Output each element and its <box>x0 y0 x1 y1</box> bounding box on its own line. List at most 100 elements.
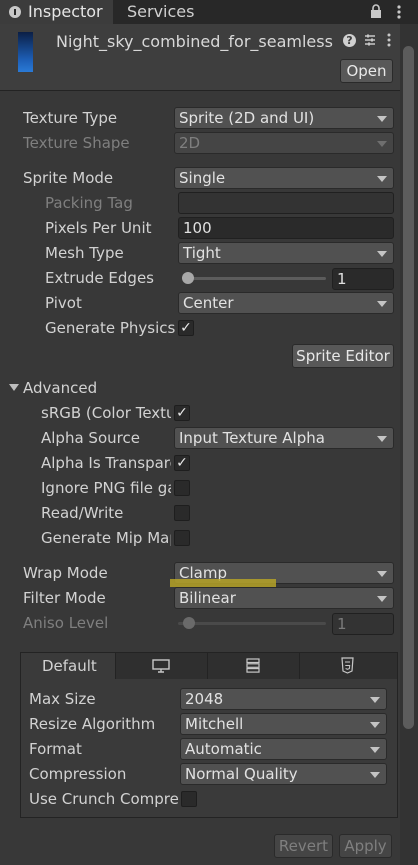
checkmark-icon: ✓ <box>180 320 192 336</box>
aniso-level-slider <box>178 622 326 625</box>
compression-dropdown[interactable]: Normal Quality <box>180 763 387 785</box>
context-menu-icon[interactable] <box>386 32 392 52</box>
aniso-level-label: Aniso Level <box>23 614 109 632</box>
compression-value: Normal Quality <box>185 765 298 783</box>
max-size-dropdown[interactable]: 2048 <box>180 688 387 710</box>
ignore-png-gamma-checkbox[interactable] <box>174 480 190 496</box>
alpha-transparency-label: Alpha Is Transpare <box>41 454 171 472</box>
read-write-checkbox[interactable] <box>174 505 190 521</box>
info-icon <box>9 6 21 18</box>
scrollbar-thumb[interactable] <box>403 46 414 729</box>
extrude-edges-label: Extrude Edges <box>45 269 154 287</box>
chevron-down-icon <box>377 436 387 442</box>
texture-type-dropdown[interactable]: Sprite (2D and UI) <box>174 107 394 129</box>
texture-type-value: Sprite (2D and UI) <box>179 109 315 127</box>
help-icon[interactable]: ? <box>343 34 356 47</box>
asset-name: Night_sky_combined_for_seamless <box>56 32 333 51</box>
pivot-label: Pivot <box>45 294 82 312</box>
pixels-per-unit-field[interactable]: 100 <box>178 217 394 239</box>
checkmark-icon: ✓ <box>176 405 188 421</box>
tab-standalone[interactable] <box>116 653 208 679</box>
filter-mode-label: Filter Mode <box>23 589 106 607</box>
wrap-mode-highlight-mark <box>170 579 276 587</box>
extrude-edges-field[interactable]: 1 <box>332 268 394 290</box>
chevron-down-icon <box>377 301 387 307</box>
filter-mode-dropdown[interactable]: Bilinear <box>174 587 394 609</box>
srgb-label: sRGB (Color Textu <box>41 404 171 422</box>
aniso-level-field: 1 <box>332 613 394 635</box>
texture-shape-dropdown: 2D <box>174 132 394 154</box>
alpha-source-dropdown[interactable]: Input Texture Alpha <box>174 427 394 449</box>
mesh-type-value: Tight <box>183 244 221 262</box>
tab-services-label: Services <box>127 2 195 21</box>
sprite-mode-label: Sprite Mode <box>23 169 114 187</box>
server-icon <box>246 658 260 673</box>
read-write-label: Read/Write <box>41 504 124 522</box>
header-divider <box>0 90 400 91</box>
preset-icon[interactable] <box>363 33 377 51</box>
chevron-down-icon <box>370 747 380 753</box>
use-crunch-label: Use Crunch Compres <box>29 790 179 808</box>
format-label: Format <box>29 740 82 758</box>
generate-physics-label: Generate Physics <box>45 319 176 337</box>
chevron-down-icon <box>370 772 380 778</box>
tab-server[interactable] <box>208 653 300 679</box>
format-value: Automatic <box>185 740 262 758</box>
generate-mip-maps-checkbox[interactable] <box>174 530 190 546</box>
chevron-down-icon <box>377 571 387 577</box>
pivot-value: Center <box>183 294 234 312</box>
max-size-label: Max Size <box>29 690 96 708</box>
monitor-icon <box>152 659 170 673</box>
foldout-arrow-icon[interactable] <box>9 384 19 391</box>
more-menu-icon[interactable] <box>396 4 402 20</box>
max-size-value: 2048 <box>185 690 224 708</box>
generate-mip-maps-label: Generate Mip Map <box>41 529 171 547</box>
resize-algorithm-dropdown[interactable]: Mitchell <box>180 713 387 735</box>
chevron-down-icon <box>377 251 387 257</box>
alpha-source-label: Alpha Source <box>41 429 140 447</box>
apply-button[interactable]: Apply <box>339 834 392 858</box>
mesh-type-dropdown[interactable]: Tight <box>178 242 394 264</box>
texture-shape-label: Texture Shape <box>23 134 130 152</box>
tab-inspector[interactable]: Inspector <box>0 0 113 24</box>
sprite-editor-button[interactable]: Sprite Editor <box>292 344 394 368</box>
chevron-down-icon <box>377 116 387 122</box>
alpha-source-value: Input Texture Alpha <box>179 429 325 447</box>
resize-algorithm-label: Resize Algorithm <box>29 715 156 733</box>
chevron-down-icon <box>377 141 387 147</box>
packing-tag-field <box>178 192 394 214</box>
checkmark-icon: ✓ <box>176 455 188 471</box>
texture-thumbnail <box>18 32 33 72</box>
tab-webgl[interactable] <box>300 653 397 679</box>
revert-button[interactable]: Revert <box>274 834 333 858</box>
tab-default-label: Default <box>42 657 97 675</box>
lock-icon[interactable] <box>370 4 382 18</box>
alpha-transparency-checkbox[interactable]: ✓ <box>174 455 190 471</box>
texture-type-label: Texture Type <box>23 109 118 127</box>
filter-mode-value: Bilinear <box>179 589 236 607</box>
open-button[interactable]: Open <box>340 59 393 83</box>
texture-shape-value: 2D <box>179 134 201 152</box>
pixels-per-unit-label: Pixels Per Unit <box>45 219 152 237</box>
html5-icon <box>341 657 354 674</box>
sprite-mode-dropdown[interactable]: Single <box>174 167 394 189</box>
sprite-mode-value: Single <box>179 169 226 187</box>
tab-default[interactable]: Default <box>21 653 116 679</box>
compression-label: Compression <box>29 765 127 783</box>
pivot-dropdown[interactable]: Center <box>178 292 394 314</box>
generate-physics-checkbox[interactable]: ✓ <box>178 320 194 336</box>
chevron-down-icon <box>377 176 387 182</box>
mesh-type-label: Mesh Type <box>45 244 124 262</box>
extrude-edges-slider-knob[interactable] <box>182 272 194 284</box>
tab-services[interactable]: Services <box>118 0 228 24</box>
chevron-down-icon <box>377 596 387 602</box>
chevron-down-icon <box>370 722 380 728</box>
aniso-level-slider-knob <box>183 617 195 629</box>
use-crunch-checkbox[interactable] <box>181 791 197 807</box>
format-dropdown[interactable]: Automatic <box>180 738 387 760</box>
tab-inspector-label: Inspector <box>28 2 103 21</box>
packing-tag-label: Packing Tag <box>45 194 133 212</box>
srgb-checkbox[interactable]: ✓ <box>174 405 190 421</box>
extrude-edges-slider[interactable] <box>182 277 326 280</box>
advanced-foldout-label[interactable]: Advanced <box>23 379 97 397</box>
